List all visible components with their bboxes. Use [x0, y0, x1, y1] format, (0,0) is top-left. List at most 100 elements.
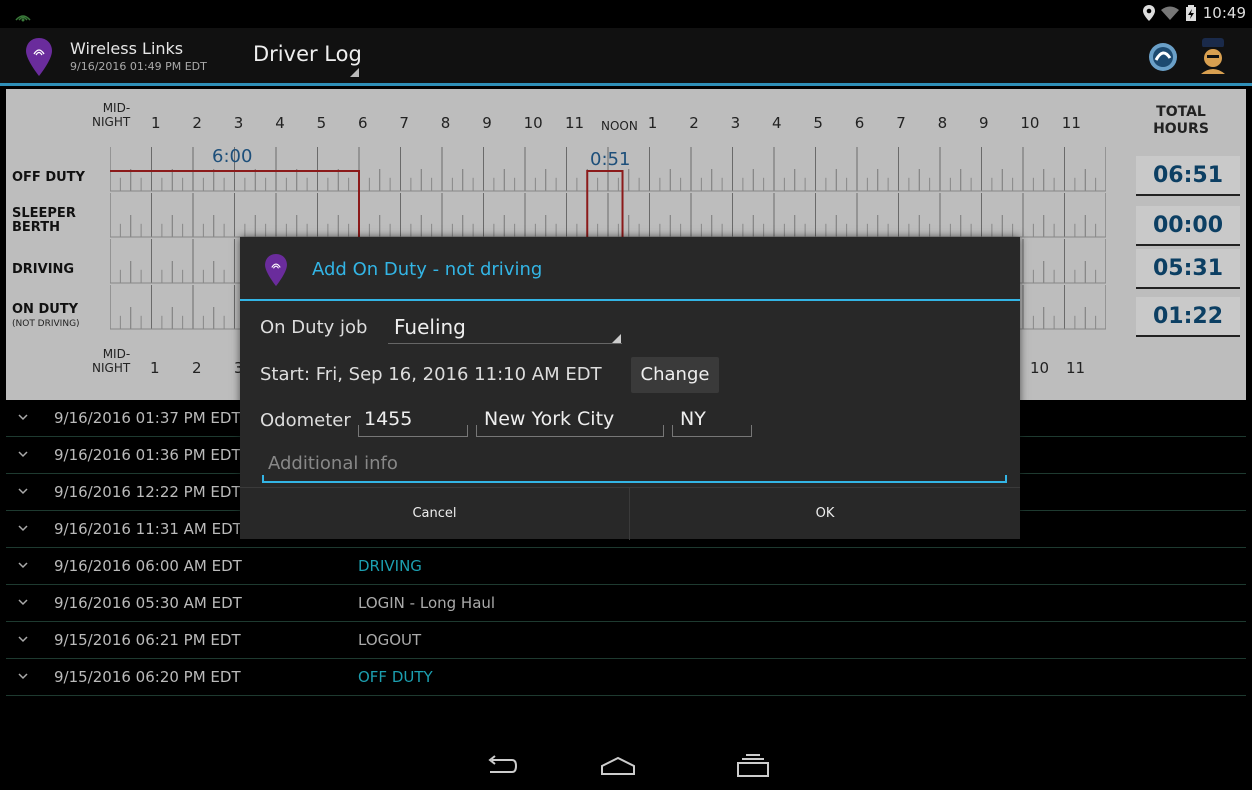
system-nav-bar — [0, 742, 1252, 790]
dialog-title: Add On Duty - not driving — [312, 259, 543, 280]
log-entry-status: LOGOUT — [358, 631, 422, 649]
row-label-driving: DRIVING — [12, 262, 75, 277]
app-logo-icon[interactable] — [26, 38, 52, 76]
recent-apps-icon[interactable] — [736, 754, 770, 778]
hour-label: 11 — [565, 114, 585, 132]
total-hours-header: TOTAL HOURS — [1153, 104, 1209, 137]
hour-label: 9 — [979, 114, 989, 132]
state-underline — [672, 425, 752, 437]
add-on-duty-dialog: Add On Duty - not driving On Duty job Fu… — [240, 237, 1020, 540]
graph-note: 6:00 — [212, 146, 253, 167]
chevron-down-icon[interactable] — [16, 447, 30, 461]
bottom-hour-label: 10 — [1030, 359, 1050, 377]
midnight-label-top: MID- NIGHT — [92, 101, 131, 129]
officer-icon[interactable] — [1198, 38, 1228, 74]
hour-label: 10 — [523, 114, 543, 132]
wifi-icon — [1160, 6, 1179, 20]
hour-label: 9 — [482, 114, 492, 132]
hour-label: 7 — [399, 114, 409, 132]
bottom-hour-label: 2 — [192, 359, 202, 377]
battery-icon — [1185, 5, 1196, 21]
sync-icon[interactable] — [1148, 42, 1178, 72]
location-icon — [1142, 5, 1155, 21]
chevron-down-icon[interactable] — [16, 558, 30, 572]
log-entry-row[interactable]: 9/16/2016 06:00 AM EDT DRIVING — [6, 548, 1246, 585]
additional-info-field[interactable]: Additional info — [262, 445, 1007, 483]
log-entry-row[interactable]: 9/16/2016 05:30 AM EDT LOGIN - Long Haul — [6, 585, 1246, 622]
chevron-down-icon[interactable] — [16, 595, 30, 609]
hour-label: 3 — [233, 114, 244, 132]
dialog-title-bar: Add On Duty - not driving — [240, 237, 1020, 301]
total-driving: 05:31 — [1136, 249, 1240, 289]
chevron-down-icon[interactable] — [16, 484, 30, 498]
log-entry-date: 9/16/2016 11:31 AM EDT — [54, 520, 242, 538]
chevron-down-icon[interactable] — [16, 632, 30, 646]
hour-label: 5 — [316, 114, 327, 132]
log-entry-date: 9/16/2016 01:36 PM EDT — [54, 446, 241, 464]
hour-label: 6 — [854, 114, 865, 132]
app-name: Wireless Links — [70, 39, 184, 58]
noon-label: NOON — [601, 119, 638, 133]
start-time-label: Start: Fri, Sep 16, 2016 11:10 AM EDT — [260, 364, 602, 385]
hour-label: 4 — [772, 114, 782, 132]
nav-spinner-title[interactable]: Driver Log — [253, 42, 362, 66]
spinner-arrow-icon[interactable] — [612, 334, 621, 343]
row-label-on-duty: ON DUTY (NOT DRIVING) — [12, 302, 80, 330]
cancel-button[interactable]: Cancel — [240, 488, 630, 540]
action-bar: Wireless Links 9/16/2016 01:49 PM EDT Dr… — [0, 28, 1252, 86]
hour-label: 8 — [440, 114, 451, 132]
chevron-down-icon[interactable] — [16, 669, 30, 683]
app-date: 9/16/2016 01:49 PM EDT — [70, 60, 207, 73]
spinner-underline — [388, 343, 622, 344]
total-on-duty: 01:22 — [1136, 297, 1240, 337]
change-start-button[interactable]: Change — [631, 357, 719, 393]
log-entry-row[interactable]: 9/15/2016 06:21 PM EDT LOGOUT — [6, 622, 1246, 659]
row-label-off-duty: OFF DUTY — [12, 170, 85, 185]
hour-label: 2 — [689, 114, 699, 132]
status-bar: 10:49 — [0, 0, 1252, 28]
hour-label: 7 — [896, 114, 906, 132]
odometer-label: Odometer — [260, 410, 351, 431]
hour-label: 2 — [192, 114, 202, 132]
chevron-down-icon[interactable] — [16, 410, 30, 424]
hour-label: 1 — [647, 114, 658, 132]
total-sleeper: 00:00 — [1136, 206, 1240, 246]
hour-label: 3 — [730, 114, 741, 132]
on-duty-job-label: On Duty job — [260, 317, 368, 338]
on-duty-job-spinner[interactable]: Fueling — [394, 315, 466, 339]
log-entry-date: 9/16/2016 12:22 PM EDT — [54, 483, 241, 501]
midnight-label-bottom: MID- NIGHT — [92, 347, 131, 375]
hour-label: 6 — [358, 114, 368, 132]
odometer-underline — [358, 425, 468, 437]
hour-label: 11 — [1061, 114, 1081, 132]
ok-button[interactable]: OK — [630, 488, 1020, 540]
home-icon[interactable] — [600, 754, 636, 778]
row-label-sleeper: SLEEPER BERTH — [12, 206, 76, 235]
log-entry-date: 9/15/2016 06:20 PM EDT — [54, 668, 241, 686]
log-entry-status: OFF DUTY — [358, 668, 433, 686]
log-entry-date: 9/16/2016 01:37 PM EDT — [54, 409, 241, 427]
log-entry-date: 9/15/2016 06:21 PM EDT — [54, 631, 241, 649]
graph-note: 0:51 — [590, 149, 631, 170]
hour-label: 10 — [1020, 114, 1040, 132]
total-off-duty: 06:51 — [1136, 156, 1240, 196]
bottom-hour-label: 1 — [150, 359, 160, 377]
app-logo-icon — [265, 254, 287, 286]
bottom-hour-label: 11 — [1066, 359, 1086, 377]
clock: 10:49 — [1202, 4, 1246, 22]
spinner-arrow-icon[interactable] — [350, 68, 359, 77]
back-icon[interactable] — [484, 754, 518, 778]
log-entry-status: LOGIN - Long Haul — [358, 594, 496, 612]
additional-info-underline — [262, 475, 1007, 483]
hour-label: 8 — [937, 114, 948, 132]
log-entry-date: 9/16/2016 05:30 AM EDT — [54, 594, 242, 612]
hour-label: 5 — [813, 114, 823, 132]
log-entry-date: 9/16/2016 06:00 AM EDT — [54, 557, 242, 575]
log-entry-status: DRIVING — [358, 557, 422, 575]
chevron-down-icon[interactable] — [16, 521, 30, 535]
hour-label: 1 — [151, 114, 161, 132]
log-entry-row[interactable]: 9/15/2016 06:20 PM EDT OFF DUTY — [6, 659, 1246, 696]
hour-label: 4 — [275, 114, 285, 132]
city-underline — [476, 425, 664, 437]
additional-info-placeholder: Additional info — [268, 453, 398, 474]
